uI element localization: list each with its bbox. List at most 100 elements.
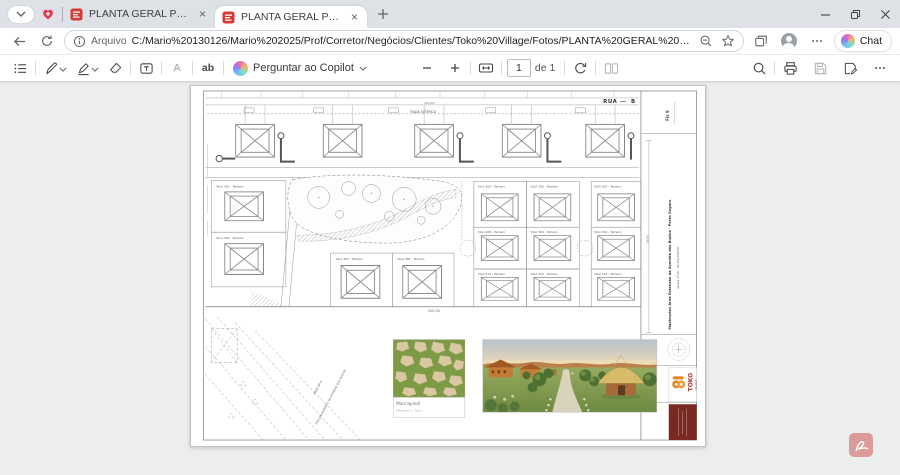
more-icon: [810, 34, 824, 48]
plot-label: VILA 306 - Terreno: [531, 184, 558, 188]
info-icon: [73, 35, 86, 48]
logo-title: TOKO: [688, 373, 695, 392]
pdf-viewer: RUA B FIADA ELÉTRICA 200,00: [0, 81, 900, 475]
tab-close-button[interactable]: ×: [349, 12, 360, 22]
printer-icon: [783, 61, 798, 76]
refresh-icon: [40, 34, 54, 48]
plot-label: VILA 313 - Terreno: [594, 272, 621, 276]
plot-label: VILA 307 - Terreno: [594, 184, 621, 188]
plot-label: VILA 311 - Terreno: [478, 272, 505, 276]
page-count-label: de 1: [535, 62, 555, 74]
back-arrow-icon: [12, 34, 27, 49]
pinned-tab[interactable]: [34, 0, 62, 28]
more-icon: [873, 61, 887, 75]
paving-caption: Marciapiedi Pietra tipo 1 - Travil: [393, 397, 465, 417]
avatar: [781, 33, 797, 49]
zoom-out-page-button[interactable]: [417, 58, 437, 78]
plot-label: VILA 308 - Terreno: [478, 230, 505, 234]
tab-close-button[interactable]: ×: [197, 9, 208, 19]
draw-pen-button[interactable]: [41, 58, 61, 78]
zoom-out-icon[interactable]: [699, 34, 713, 48]
page-view-button[interactable]: [601, 58, 621, 78]
fit-to-width-button[interactable]: [476, 58, 496, 78]
plot-label: VILA 309 - Terreno: [531, 230, 558, 234]
save-as-button[interactable]: [840, 58, 860, 78]
browser-window: PLANTA GERAL PROJETO.pdf × PLANTA GERAL …: [0, 0, 900, 475]
copilot-chat-button[interactable]: Chat: [834, 30, 892, 52]
favorites-star-icon[interactable]: [721, 34, 735, 48]
address-bar: Arquivo C:/Mario%20130126/Mario%202025/P…: [0, 28, 900, 55]
refresh-button[interactable]: [36, 30, 58, 52]
collections-icon: [754, 34, 768, 48]
plot-label: VILA 304 - Terreno: [397, 257, 424, 261]
profile-button[interactable]: [778, 30, 800, 52]
caption-subtitle: Pietra tipo 1 - Travil: [396, 409, 421, 413]
add-text-button[interactable]: [136, 58, 156, 78]
tab-1[interactable]: PLANTA GERAL PROJETO.pdf ×: [63, 0, 215, 28]
plot-label: VILA 312 - Terreno: [531, 272, 558, 276]
plot-label: VILA 302 - Terreno: [216, 236, 243, 240]
pdf-favicon-icon: [222, 11, 235, 24]
two-page-icon: [604, 61, 619, 76]
chat-label: Chat: [860, 35, 882, 47]
plot-label: VILA 305 - Terreno: [478, 184, 505, 188]
tab-2[interactable]: PLANTA GERAL PROJETO.pdf ×: [215, 6, 367, 28]
back-button[interactable]: [8, 30, 30, 52]
new-tab-button[interactable]: [371, 2, 395, 26]
eraser-icon: [108, 61, 123, 76]
area-note: ÁREA Nº 4: [312, 379, 324, 395]
diagonal-roads: [205, 317, 360, 440]
pdf-page: RUA B FIADA ELÉTRICA 200,00: [190, 85, 706, 447]
plot-label: VILA 301 - Terreno: [216, 184, 243, 188]
highlighter-button[interactable]: [73, 58, 93, 78]
save-button[interactable]: [810, 58, 830, 78]
plus-icon: [449, 62, 461, 74]
file-scheme-label: Arquivo: [91, 35, 127, 47]
street-name: RUA: [603, 99, 617, 105]
table-of-contents-button[interactable]: [10, 58, 30, 78]
restore-button[interactable]: [840, 0, 870, 28]
rotate-icon: [573, 61, 588, 76]
strip-title: Masterplan Área Extensão da Avenida dos …: [667, 199, 672, 330]
rotate-button[interactable]: [570, 58, 590, 78]
minus-icon: [421, 62, 433, 74]
strip-subtitle: Alvará nº 25 - qd 15/12/2010: [676, 247, 680, 289]
copilot-icon: [233, 61, 248, 76]
heart-favicon-icon: [41, 7, 55, 21]
tab-search-button[interactable]: [8, 6, 34, 23]
highlighter-dropdown[interactable]: [91, 59, 99, 77]
chevron-down-icon: [359, 66, 367, 71]
highlighter-icon: [76, 61, 91, 76]
url-field[interactable]: Arquivo C:/Mario%20130126/Mario%202025/P…: [64, 30, 744, 52]
ask-copilot-button[interactable]: Perguntar ao Copilot: [229, 61, 371, 76]
toolbar-more-button[interactable]: [870, 58, 890, 78]
caption-title: Marciapiedi: [396, 401, 420, 406]
browser-menu-button[interactable]: [806, 30, 828, 52]
save-as-icon: [843, 61, 858, 76]
close-window-button[interactable]: [870, 0, 900, 28]
translate-button[interactable]: ab: [198, 58, 218, 78]
save-icon: [813, 61, 828, 76]
pen-dropdown[interactable]: [59, 59, 67, 77]
collections-button[interactable]: [750, 30, 772, 52]
paving-texture-image: [393, 340, 465, 398]
ask-copilot-label: Perguntar ao Copilot: [253, 62, 354, 74]
eraser-button[interactable]: [105, 58, 125, 78]
electrical-line-label: FIADA ELÉTRICA: [410, 109, 437, 114]
search-document-button[interactable]: [749, 58, 769, 78]
page-number-input[interactable]: [507, 59, 531, 77]
resort-render-image: [483, 340, 657, 414]
tab-title: PLANTA GERAL PROJETO.pdf: [241, 11, 343, 23]
bottom-dimension: 200,00: [428, 309, 440, 313]
toko-logo: TOKO VILLAGE: [669, 367, 698, 401]
print-button[interactable]: [780, 58, 800, 78]
park: [288, 175, 462, 243]
open-in-acrobat-button[interactable]: [849, 433, 873, 457]
read-aloud-button[interactable]: A: [167, 58, 187, 78]
text-box-icon: [139, 61, 154, 76]
url-text: C:/Mario%20130126/Mario%202025/Prof/Corr…: [132, 35, 694, 47]
search-icon: [752, 61, 767, 76]
fit-width-icon: [478, 60, 494, 76]
minimize-button[interactable]: [810, 0, 840, 28]
zoom-in-page-button[interactable]: [445, 58, 465, 78]
